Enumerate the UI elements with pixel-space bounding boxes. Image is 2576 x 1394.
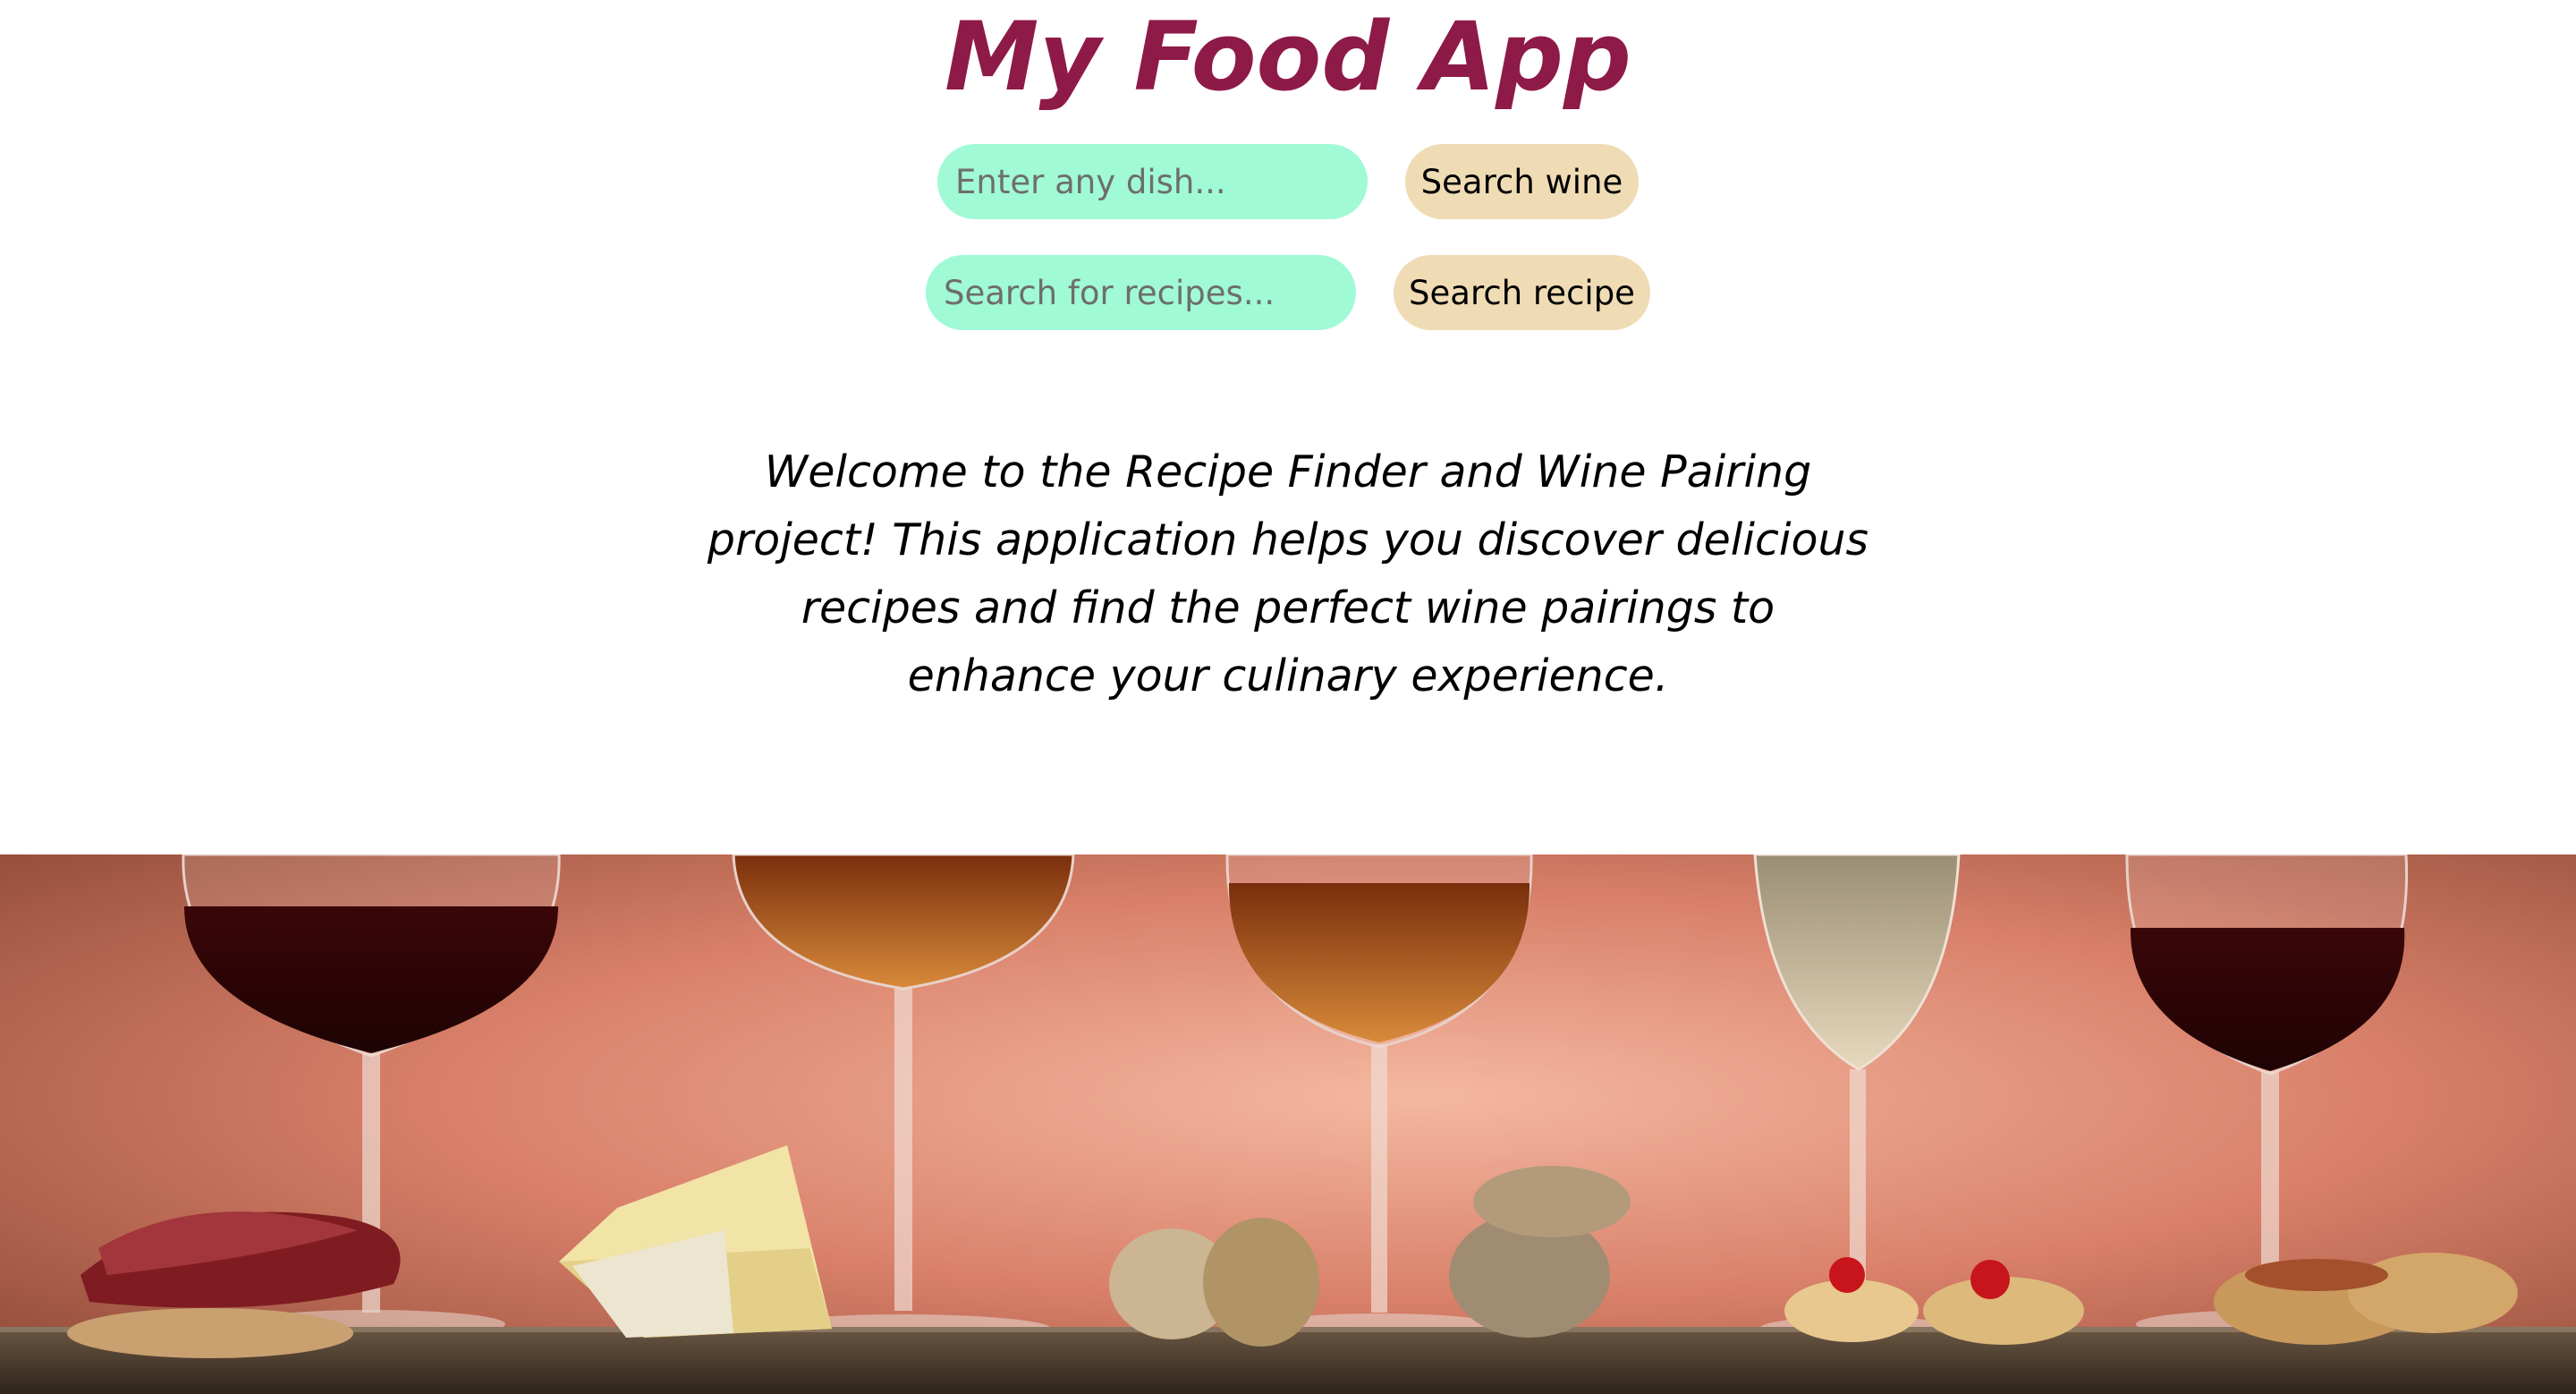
welcome-text: Welcome to the Recipe Finder and Wine Pa… [707,446,1869,701]
dish-search-input[interactable] [937,144,1368,219]
recipe-search-input[interactable] [926,255,1356,330]
wine-search-form: Search wine [0,144,2576,219]
app-title: My Food App [945,2,1631,112]
page: My Food App Search wine Search recipe We… [0,0,2576,1394]
banner-image [0,854,2576,1394]
recipe-search-form: Search recipe [0,255,2576,330]
search-wine-button[interactable]: Search wine [1405,144,1639,219]
search-recipe-button[interactable]: Search recipe [1394,255,1650,330]
